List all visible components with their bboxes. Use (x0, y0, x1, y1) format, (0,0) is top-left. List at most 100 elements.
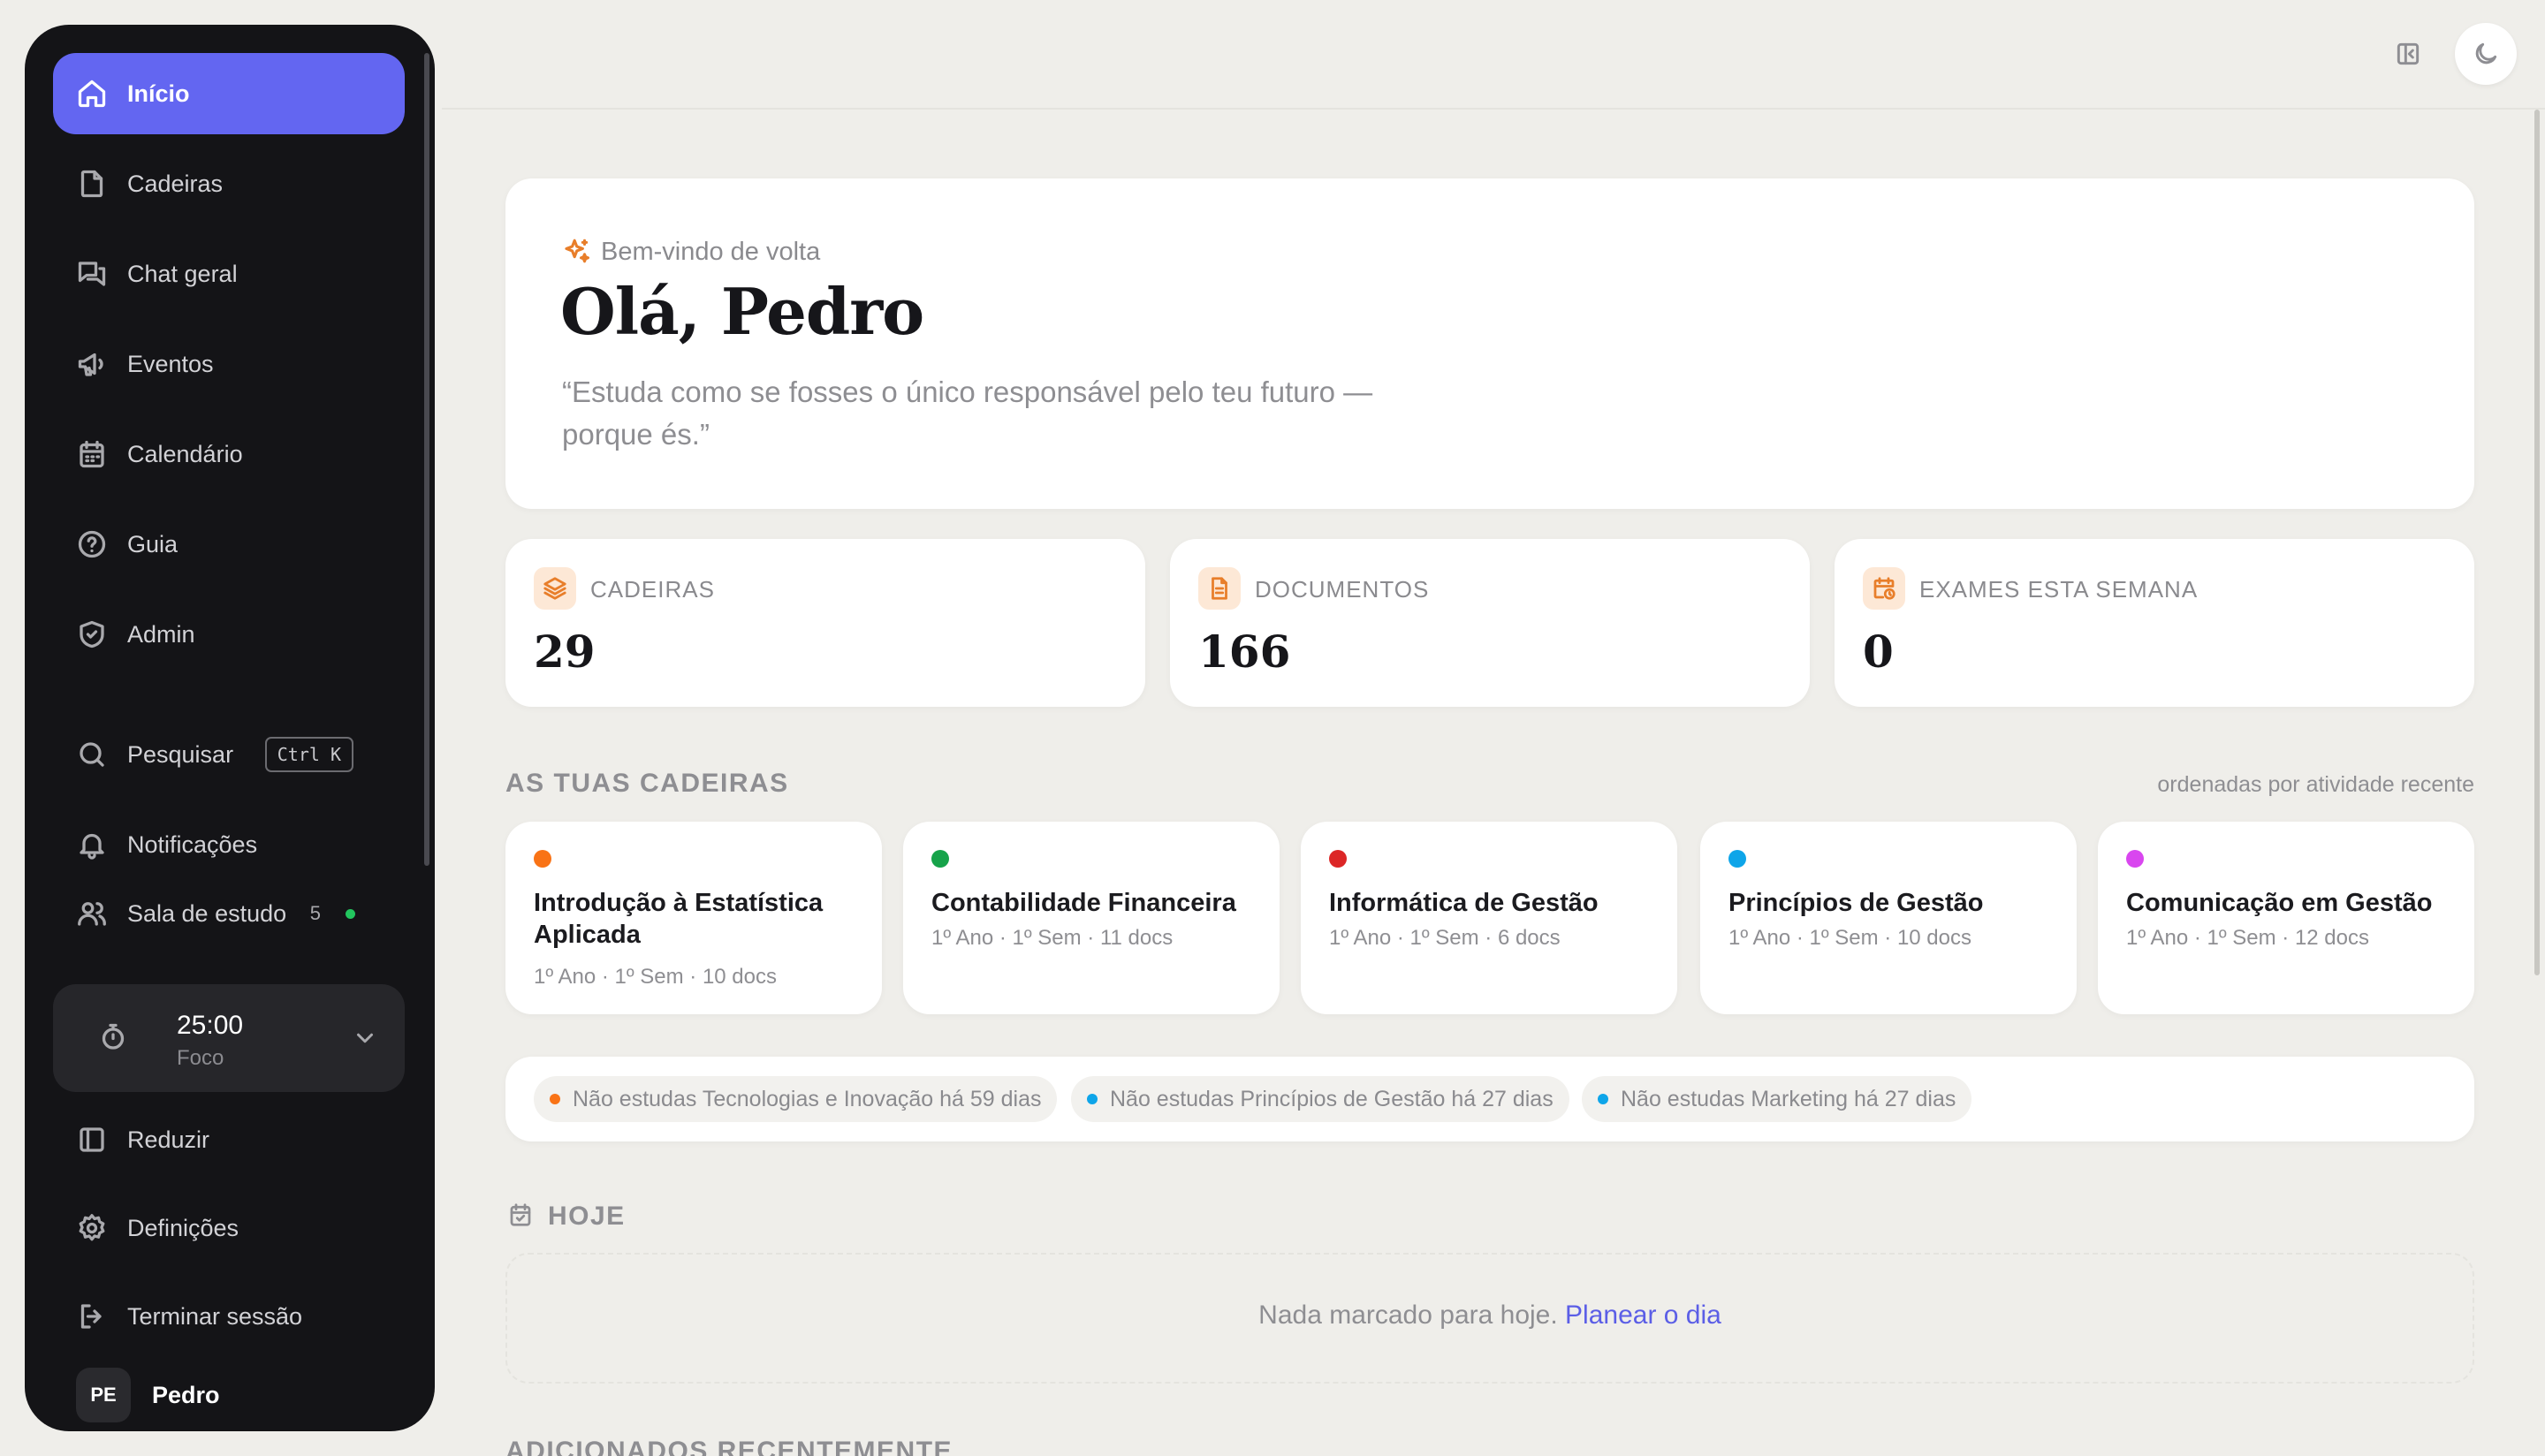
sidebar-item-guia[interactable]: Guia (53, 504, 405, 585)
panel-collapse-icon (2397, 42, 2420, 65)
reminder-dot (1087, 1094, 1098, 1104)
reminder-text: Não estudas Princípios de Gestão há 27 d… (1110, 1086, 1554, 1111)
course-meta: 1º Ano · 1º Sem · 10 docs (534, 965, 778, 989)
logout-label: Terminar sessão (127, 1302, 303, 1330)
sidebar-item-eventos[interactable]: Eventos (53, 323, 405, 405)
sidebar-scrollbar[interactable] (424, 53, 429, 866)
stat-value: 29 (534, 626, 596, 678)
sidebar-item-label: Calendário (127, 440, 243, 467)
welcome-card: Bem-vindo de volta Olá, Pedro “Estuda co… (505, 178, 2474, 509)
study-room-count-value: 5 (309, 902, 321, 924)
course-meta: 1º Ano · 1º Sem · 6 docs (1329, 926, 1561, 950)
sidebar-panel-icon (80, 1127, 104, 1152)
course-card[interactable]: Contabilidade Financeira 1º Ano · 1º Sem… (903, 822, 1280, 1014)
collapse-sidebar-button[interactable]: Reduzir (53, 1099, 405, 1180)
sidebar: Início Cadeiras Chat geral Eventos Calen… (25, 25, 435, 1431)
gear-icon (79, 1214, 105, 1241)
course-meta: 1º Ano · 1º Sem · 10 docs (1728, 926, 1972, 950)
header-divider (442, 108, 2545, 110)
course-card[interactable]: Introdução à Estatística Aplicada 1º Ano… (505, 822, 882, 1014)
stat-card-cadeiras[interactable]: CADEIRAS 29 (505, 539, 1145, 707)
course-color-dot (931, 850, 949, 868)
sidebar-item-label: Admin (127, 620, 195, 648)
today-empty-message: Nada marcado para hoje. Planear o dia (507, 1301, 2473, 1331)
sidebar-item-label: Cadeiras (127, 170, 224, 197)
course-card[interactable]: Princípios de Gestão 1º Ano · 1º Sem · 1… (1700, 822, 2077, 1014)
theme-toggle-button[interactable] (2455, 23, 2517, 85)
page-title: Olá, Pedro (560, 274, 924, 349)
sidebar-item-admin[interactable]: Admin (53, 594, 405, 675)
sidebar-item-label: Guia (127, 530, 179, 557)
layers-icon (534, 567, 576, 610)
course-name: Introdução à Estatística Aplicada (534, 889, 824, 949)
file-icon (80, 170, 103, 198)
plan-day-link[interactable]: Planear o dia (1565, 1301, 1721, 1330)
course-color-dot (1329, 850, 1347, 868)
sidebar-item-calendario[interactable]: Calendário (53, 413, 405, 495)
stat-card-documentos[interactable]: DOCUMENTOS 166 (1170, 539, 1810, 707)
sidebar-item-inicio[interactable]: Início (53, 53, 405, 134)
today-empty-state: Nada marcado para hoje. Planear o dia (505, 1253, 2474, 1384)
stat-value: 0 (1863, 626, 1894, 678)
search-label: Pesquisar (127, 740, 234, 768)
course-color-dot (534, 850, 551, 868)
quote-line: porque és.” (562, 418, 710, 451)
sidebar-item-label: Início (127, 80, 190, 107)
reminder-chip[interactable]: Não estudas Tecnologias e Inovação há 59… (534, 1076, 1058, 1122)
course-name: Comunicação em Gestão (2126, 889, 2433, 917)
sidebar-item-label: Eventos (127, 350, 214, 377)
reminder-chip[interactable]: Não estudas Marketing há 27 dias (1582, 1076, 1972, 1122)
settings-button[interactable]: Definições (53, 1187, 405, 1269)
course-name: Informática de Gestão (1329, 889, 1599, 917)
reminder-dot (1598, 1094, 1608, 1104)
stat-label: CADEIRAS (590, 576, 715, 603)
reminder-chip[interactable]: Não estudas Princípios de Gestão há 27 d… (1071, 1076, 1569, 1122)
course-card[interactable]: Informática de Gestão 1º Ano · 1º Sem · … (1301, 822, 1677, 1014)
avatar: PE (76, 1368, 131, 1422)
course-color-dot (2126, 850, 2144, 868)
user-name: Pedro (152, 1381, 220, 1408)
sidebar-item-cadeiras[interactable]: Cadeiras (53, 143, 405, 224)
stopwatch-icon (102, 1023, 125, 1050)
study-reminders: Não estudas Tecnologias e Inovação há 59… (505, 1057, 2474, 1141)
megaphone-icon (78, 353, 103, 376)
focus-timer[interactable]: 25:00 Foco (53, 984, 405, 1092)
course-name: Princípios de Gestão (1728, 889, 1984, 917)
timer-time: 25:00 (177, 1011, 244, 1040)
chevron-down-icon[interactable] (352, 1025, 378, 1051)
stat-label: DOCUMENTOS (1255, 576, 1430, 603)
stat-label: EXAMES ESTA SEMANA (1919, 576, 2199, 603)
recent-section-title: ADICIONADOS RECENTEMENTE (505, 1437, 953, 1456)
search-icon (80, 742, 104, 767)
reminder-text: Não estudas Tecnologias e Inovação há 59… (573, 1086, 1042, 1111)
motivational-quote: “Estuda como se fosses o único responsáv… (562, 371, 1428, 456)
today-section-title: HOJE (548, 1202, 626, 1231)
study-room-label: Sala de estudo (127, 899, 287, 927)
shield-icon (80, 620, 104, 648)
timer-mode: Foco (177, 1046, 224, 1070)
stat-card-exames[interactable]: EXAMES ESTA SEMANA 0 (1835, 539, 2474, 707)
toggle-panel-button[interactable] (2377, 23, 2439, 85)
courses-sort-note: ordenadas por atividade recente (2157, 772, 2474, 797)
course-color-dot (1728, 850, 1746, 868)
user-profile[interactable]: PE Pedro (76, 1368, 220, 1422)
welcome-eyebrow-text: Bem-vindo de volta (601, 237, 821, 266)
logout-button[interactable]: Terminar sessão (53, 1276, 405, 1357)
study-room-button[interactable]: Sala de estudo 5 (53, 873, 405, 954)
online-status-dot (346, 908, 355, 919)
study-room-count: 5 (310, 902, 355, 925)
sidebar-item-chat-geral[interactable]: Chat geral (53, 233, 405, 315)
settings-label: Definições (127, 1214, 239, 1241)
quote-line: “Estuda como se fosses o único responsáv… (562, 375, 1373, 408)
calendar-check-icon (510, 1203, 531, 1226)
course-card[interactable]: Comunicação em Gestão 1º Ano · 1º Sem · … (2098, 822, 2474, 1014)
stat-value: 166 (1198, 626, 1291, 678)
search-shortcut-badge: Ctrl K (264, 737, 353, 772)
main-scrollbar[interactable] (2534, 110, 2540, 975)
document-icon (1198, 567, 1241, 610)
reminder-dot (550, 1094, 560, 1104)
course-meta: 1º Ano · 1º Sem · 11 docs (931, 926, 1174, 950)
home-icon (78, 80, 106, 108)
course-meta: 1º Ano · 1º Sem · 12 docs (2126, 926, 2370, 950)
search-button[interactable]: Pesquisar Ctrl K (53, 714, 405, 795)
